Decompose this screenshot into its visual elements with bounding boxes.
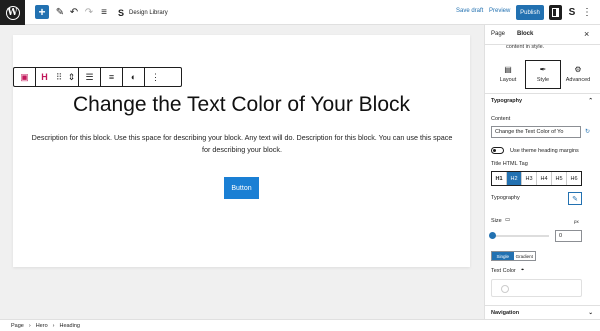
redo-icon[interactable]: ↷	[83, 5, 95, 20]
heading-tag-selector: H1 H2 H3 H4 H5 H6	[491, 171, 582, 186]
size-input[interactable]: 0	[555, 230, 582, 242]
navigation-panel-title: Navigation	[491, 310, 520, 316]
document-title[interactable]: S Design Library	[118, 6, 168, 19]
breadcrumb-separator-icon: ›	[28, 322, 31, 329]
breadcrumb-hero[interactable]: Hero	[36, 323, 48, 329]
content-input[interactable]: Change the Text Color of Yo	[491, 126, 581, 138]
tag-option-h1[interactable]: H1	[492, 172, 507, 185]
move-up-down-icon[interactable]: ⇕	[65, 68, 79, 86]
size-label: Size	[491, 218, 502, 224]
breadcrumb-page[interactable]: Page	[11, 323, 24, 329]
publish-button[interactable]: Publish	[516, 5, 544, 20]
empty-color-icon	[501, 285, 509, 293]
editor-top-bar: W + ✎ ↶ ↷ ≡ S Design Library Save draft …	[0, 0, 600, 25]
tag-option-h2[interactable]: H2	[507, 172, 522, 185]
preview-button[interactable]: Preview	[489, 8, 510, 14]
tab-layout[interactable]: ▤ Layout	[491, 60, 525, 89]
block-type-icon[interactable]: ▣	[14, 68, 36, 86]
list-view-icon[interactable]: ≡	[98, 5, 110, 20]
tab-advanced[interactable]: ⚙ Advanced	[561, 60, 595, 89]
wordpress-logo-icon[interactable]: W	[0, 0, 25, 25]
tab-block[interactable]: Block	[517, 31, 533, 37]
content-label: Content	[491, 116, 511, 122]
plugin-icon[interactable]: S	[566, 5, 578, 20]
edit-typography-button[interactable]: ✎	[568, 192, 582, 205]
tab-layout-label: Layout	[499, 77, 517, 83]
tab-gradient[interactable]: Gradient	[514, 252, 536, 260]
typography-panel-title: Typography	[491, 98, 523, 104]
tab-single-color[interactable]: Single	[492, 252, 514, 260]
layout-icon: ▤	[504, 65, 512, 74]
size-slider-thumb[interactable]	[489, 232, 496, 239]
theme-margins-label: Use theme heading margins	[510, 148, 579, 154]
hero-description[interactable]: Description for this block. Use this spa…	[27, 132, 457, 156]
editor-canvas: ▣ H ⠿ ⇕ ☰ ≡ ◐ ⋮ Change the Text Color of…	[0, 25, 484, 331]
tag-option-h3[interactable]: H3	[522, 172, 537, 185]
drag-handle-icon[interactable]: ⠿	[53, 68, 65, 86]
tab-style[interactable]: ✒ Style	[525, 60, 561, 89]
add-block-button[interactable]: +	[35, 5, 49, 19]
text-align-icon[interactable]: ≡	[101, 68, 123, 86]
document-title-text: Design Library	[129, 9, 168, 16]
edit-tools-icon[interactable]: ✎	[54, 5, 66, 20]
size-slider-track[interactable]	[492, 235, 549, 237]
typography-label: Typography	[491, 195, 520, 201]
sidebar-hint-text: content in style.	[506, 44, 545, 50]
block-styles-icon[interactable]: ◐	[123, 68, 145, 86]
title-tag-label: Title HTML Tag	[491, 161, 528, 167]
hero-button[interactable]: Button	[224, 177, 259, 199]
inspector-sub-tabs: ▤ Layout ✒ Style ⚙ Advanced	[491, 60, 595, 89]
color-type-tabs: Single Gradient	[491, 251, 536, 261]
gear-icon: ⚙	[574, 65, 582, 74]
breadcrumb-separator-icon: ›	[52, 322, 55, 329]
heading-icon[interactable]: H	[36, 68, 53, 86]
sidebar-tabs: Page Block ×	[485, 25, 600, 45]
tab-page[interactable]: Page	[491, 31, 505, 37]
undo-icon[interactable]: ↶	[68, 5, 80, 20]
text-color-swatch[interactable]	[491, 279, 582, 297]
more-options-icon[interactable]: ⋮	[582, 5, 592, 20]
settings-sidebar-toggle[interactable]	[549, 5, 562, 20]
document-icon: S	[118, 7, 125, 18]
size-unit[interactable]: px	[574, 219, 579, 224]
chevron-down-icon: ⌄	[588, 310, 593, 316]
tag-option-h5[interactable]: H5	[552, 172, 567, 185]
theme-margins-toggle[interactable]	[491, 147, 504, 154]
wordpress-logo-glyph: W	[5, 5, 20, 20]
settings-sidebar: Page Block × content in style. ▤ Layout …	[484, 25, 600, 319]
navigation-panel-header[interactable]: Navigation ⌄	[485, 305, 600, 320]
toggle-knob	[493, 149, 496, 152]
color-picker-icon[interactable]: ⌖	[521, 267, 524, 274]
tab-style-label: Style	[536, 77, 550, 83]
save-draft-button[interactable]: Save draft	[456, 8, 483, 14]
brush-icon: ✒	[539, 65, 547, 74]
dynamic-content-icon[interactable]: ↻	[585, 128, 590, 135]
tab-advanced-label: Advanced	[565, 77, 591, 83]
tag-option-h4[interactable]: H4	[537, 172, 552, 185]
breadcrumb: Page › Hero › Heading	[0, 319, 600, 331]
typography-panel-header[interactable]: Typography ⌃	[485, 93, 600, 108]
desktop-icon[interactable]: ▭	[505, 217, 510, 223]
tag-option-h6[interactable]: H6	[567, 172, 581, 185]
chevron-up-icon: ⌃	[588, 98, 593, 104]
breadcrumb-heading[interactable]: Heading	[59, 323, 80, 329]
block-toolbar: ▣ H ⠿ ⇕ ☰ ≡ ◐ ⋮	[13, 67, 182, 87]
close-icon[interactable]: ×	[584, 29, 589, 39]
sidebar-icon	[552, 8, 559, 17]
align-full-icon[interactable]: ☰	[79, 68, 101, 86]
block-options-icon[interactable]: ⋮	[145, 68, 166, 86]
text-color-label: Text Color	[491, 268, 516, 274]
hero-heading[interactable]: Change the Text Color of Your Block	[13, 93, 470, 117]
